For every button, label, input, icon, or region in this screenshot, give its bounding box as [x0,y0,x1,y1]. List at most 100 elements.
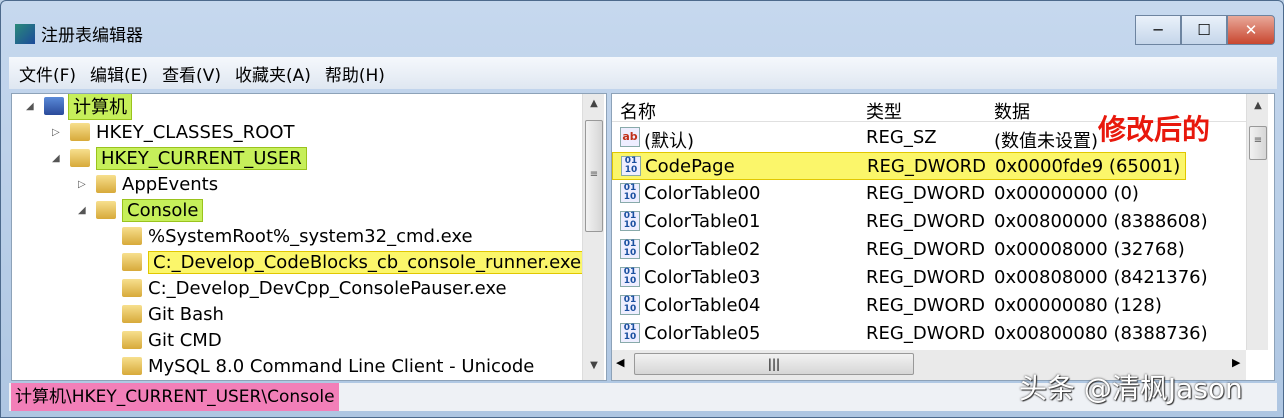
string-value-icon: ab [620,127,640,147]
regedit-app-icon [15,23,35,44]
value-row[interactable]: 01 10 CodePage REG_DWORD 0x0000fde9 (65001) [612,152,1186,180]
binary-value-icon: 01 10 [620,323,640,343]
folder-icon [122,227,142,245]
folder-icon [96,201,116,219]
values-vertical-scrollbar[interactable]: ▲ ≡ [1246,94,1268,350]
tree-node-label: C:_Develop_CodeBlocks_cb_console_runner.… [148,250,587,274]
folder-icon [122,253,142,271]
tree-vertical-scrollbar[interactable]: ▲ ≡ ▼ [582,94,604,380]
tree-node[interactable]: ◢ HKEY_CURRENT_USER [52,145,307,171]
value-row[interactable]: 01 10 ColorTable00 REG_DWORD 0x00000000 (0) [612,180,1246,208]
binary-value-icon: 01 10 [621,156,641,176]
folder-icon [122,305,142,323]
header-name[interactable]: 名称 [620,98,656,124]
binary-value-icon: 01 10 [620,267,640,287]
values-pane: 名称 类型 数据 ab (默认) REG_SZ (数值未设置) 01 10 CodePage… [611,93,1275,381]
binary-value-icon: 01 10 [620,239,640,259]
scroll-down-icon[interactable]: ▼ [583,360,605,371]
tree-node[interactable]: MySQL 8.0 Command Line Client - Unicode [104,353,534,379]
value-type: REG_DWORD [866,183,986,204]
menu-favorites[interactable]: 收藏夹(A) [235,61,311,86]
watermark: 头条 @清枫Jason [1019,372,1243,405]
folder-icon [70,149,90,167]
tree-node[interactable]: Git CMD [104,327,222,353]
annotation-text: 修改后的 [1098,113,1211,146]
expand-toggle-icon[interactable]: ▷ [52,127,64,138]
value-type: REG_DWORD [867,156,987,177]
value-data: 0x00008000 (32768) [994,239,1185,260]
value-type: REG_DWORD [866,211,986,232]
value-name: ColorTable01 [644,211,761,232]
menu-help[interactable]: 帮助(H) [325,61,385,86]
scroll-up-icon[interactable]: ▲ [583,98,605,109]
binary-value-icon: 01 10 [620,183,640,203]
expand-toggle-icon[interactable]: ▷ [78,179,90,190]
registry-editor-window: 注册表编辑器 ─ ☐ ✕ 文件(F) 编辑(E) 查看(V) 收藏夹(A) 帮助… [0,0,1284,418]
scroll-thumb[interactable]: ≡ [1249,126,1267,160]
value-data: 0x00800080 (8388736) [994,323,1208,344]
window-title: 注册表编辑器 [41,26,143,46]
minimize-button[interactable]: ─ [1135,15,1181,45]
value-data: 0x0000fde9 (65001) [995,156,1181,177]
status-bar: 计算机\HKEY_CURRENT_USER\Console 头条 @清枫Jaso… [9,372,1277,411]
tree-node-label: C:_Develop_DevCpp_ConsolePauser.exe [148,277,507,299]
folder-icon [122,331,142,349]
value-row[interactable]: 01 10 ColorTable05 REG_DWORD 0x00800080 (838… [612,320,1246,348]
value-data: 0x00808000 (8421376) [994,267,1208,288]
binary-value-icon: 01 10 [620,211,640,231]
header-data[interactable]: 数据 [994,98,1030,124]
menu-file[interactable]: 文件(F) [19,61,76,86]
expand-toggle-icon[interactable]: ◢ [26,101,38,112]
scroll-up-icon[interactable]: ▲ [1247,100,1269,111]
tree-node[interactable]: ▷ HKEY_CLASSES_ROOT [52,119,295,145]
scroll-left-icon[interactable]: ◀ [616,356,624,369]
value-row[interactable]: 01 10 ColorTable03 REG_DWORD 0x00808000 (842… [612,264,1246,292]
value-name: CodePage [645,156,735,177]
header-type[interactable]: 类型 [866,98,902,124]
value-data: (数值未设置) [994,131,1099,152]
tree-node[interactable]: C:_Develop_CodeBlocks_cb_console_runner.… [104,249,587,275]
value-data: 0x00800000 (8388608) [994,211,1208,232]
computer-icon [44,97,64,115]
status-path: 计算机\HKEY_CURRENT_USER\Console [11,383,339,411]
horizontal-scroll-thumb[interactable]: ||| [634,353,914,375]
tree-node[interactable]: C:_Develop_DevCpp_ConsolePauser.exe [104,275,507,301]
value-row[interactable]: 01 10 ColorTable02 REG_DWORD 0x00008000 (327… [612,236,1246,264]
value-name: ColorTable00 [644,183,761,204]
value-type: REG_DWORD [866,267,986,288]
menu-view[interactable]: 查看(V) [162,61,221,86]
tree-node[interactable]: ◢ Console [78,197,204,223]
menu-edit[interactable]: 编辑(E) [90,61,148,86]
maximize-button[interactable]: ☐ [1181,15,1227,45]
tree-node[interactable]: %SystemRoot%_system32_cmd.exe [104,223,473,249]
value-name: ColorTable04 [644,295,761,316]
tree-node-label: AppEvents [122,173,219,195]
folder-icon [122,357,142,375]
value-row[interactable]: 01 10 ColorTable04 REG_DWORD 0x00000080 (128… [612,292,1246,320]
title-bar: 注册表编辑器 [15,21,143,46]
tree-node[interactable]: ◢ 计算机 [26,94,132,120]
value-data: 0x00000000 (0) [994,183,1139,204]
tree-node[interactable]: Git Bash [104,301,224,327]
value-name: (默认) [644,131,695,152]
tree-node-label: %SystemRoot%_system32_cmd.exe [148,225,473,247]
tree-node-label: HKEY_CURRENT_USER [96,146,307,170]
tree-node-label: Console [122,198,204,222]
value-row[interactable]: 01 10 ColorTable01 REG_DWORD 0x00800000 (838… [612,208,1246,236]
value-name: ColorTable03 [644,267,761,288]
expand-toggle-icon[interactable]: ◢ [78,205,90,216]
value-type: REG_SZ [866,127,937,148]
menu-bar: 文件(F) 编辑(E) 查看(V) 收藏夹(A) 帮助(H) [9,57,1277,89]
value-type: REG_DWORD [866,323,986,344]
expand-toggle-icon[interactable]: ◢ [52,153,64,164]
close-button[interactable]: ✕ [1227,15,1275,45]
folder-icon [96,175,116,193]
tree-node-label: HKEY_CLASSES_ROOT [96,121,295,143]
value-name: ColorTable02 [644,239,761,260]
binary-value-icon: 01 10 [620,295,640,315]
scroll-thumb[interactable]: ≡ [585,120,603,232]
value-name: ColorTable05 [644,323,761,344]
tree-node[interactable]: ▷ AppEvents [78,171,218,197]
tree-node-label: Git CMD [148,329,222,351]
value-type: REG_DWORD [866,239,986,260]
